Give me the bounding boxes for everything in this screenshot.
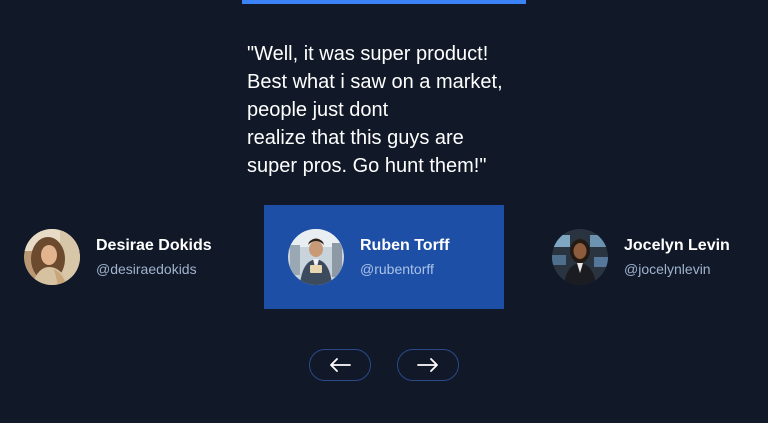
avatar — [288, 229, 344, 285]
avatar — [552, 229, 608, 285]
quote-line: people just dont — [247, 99, 389, 121]
top-accent-bar — [242, 0, 526, 4]
person-meta: Ruben Torff @rubentorff — [360, 236, 449, 278]
avatar — [24, 229, 80, 285]
person-handle: @desiraedokids — [96, 261, 197, 277]
person-name: Desirae Dokids — [96, 237, 212, 254]
quote-line: realize that this guys are — [247, 127, 464, 149]
person-name: Jocelyn Levin — [624, 237, 730, 254]
person-card-ruben[interactable]: Ruben Torff @rubentorff — [264, 205, 504, 309]
person-meta: Jocelyn Levin @jocelynlevin — [624, 236, 730, 278]
person-card-desirae[interactable]: Desirae Dokids @desiraedokids — [24, 229, 212, 285]
quote-line: "Well, it was super product! — [247, 43, 489, 65]
quote-line: Best what i saw on a market, — [247, 71, 503, 93]
next-button[interactable] — [397, 349, 459, 381]
person-name: Ruben Torff — [360, 237, 450, 254]
person-handle: @rubentorff — [360, 261, 434, 277]
testimonial-quote: "Well, it was super product! Best what i… — [247, 40, 547, 180]
previous-button[interactable] — [309, 349, 371, 381]
person-meta: Desirae Dokids @desiraedokids — [96, 236, 212, 278]
person-handle: @jocelynlevin — [624, 261, 711, 277]
arrow-left-icon — [329, 358, 351, 372]
arrow-right-icon — [417, 358, 439, 372]
quote-line: super pros. Go hunt them!" — [247, 155, 487, 177]
person-card-jocelyn[interactable]: Jocelyn Levin @jocelynlevin — [552, 229, 730, 285]
